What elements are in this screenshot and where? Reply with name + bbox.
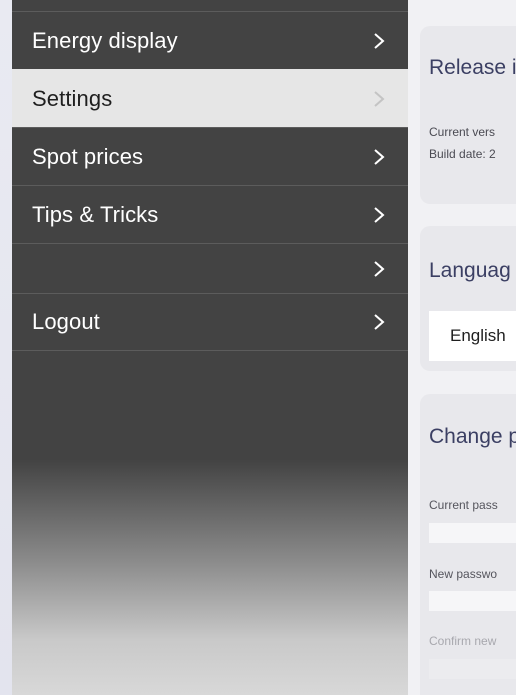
language-card: Languag English: [420, 226, 516, 371]
menu-item-energy-display[interactable]: Energy display: [12, 11, 408, 69]
change-password-title: Change p: [429, 425, 516, 448]
side-menu: Energy display Settings Spot prices Tips…: [12, 0, 408, 695]
language-select-value: English: [450, 326, 506, 345]
menu-item-spot-prices[interactable]: Spot prices: [12, 127, 408, 185]
chevron-right-icon: [374, 260, 385, 277]
current-password-input[interactable]: [429, 523, 516, 543]
menu-item-tips-tricks[interactable]: Tips & Tricks: [12, 185, 408, 243]
chevron-right-icon: [374, 90, 385, 107]
settings-content: Release i Current vers Build date: 2 Lan…: [408, 0, 516, 695]
current-password-label: Current pass: [429, 498, 498, 512]
menu-item-label: Energy display: [32, 27, 178, 53]
chevron-right-icon: [374, 314, 385, 330]
release-info-title: Release i: [429, 56, 516, 79]
new-password-label: New passwo: [429, 567, 498, 581]
menu-item-logout[interactable]: Logout: [12, 293, 408, 350]
chevron-right-icon: [374, 148, 385, 165]
current-version-text: Current vers: [429, 125, 496, 139]
confirm-password-input[interactable]: [429, 659, 516, 679]
menu-item-label: Settings: [32, 85, 113, 111]
page-edge: [0, 0, 12, 695]
chevron-right-icon: [374, 206, 385, 223]
menu-item-label: Spot prices: [32, 143, 144, 169]
release-info-card: Release i Current vers Build date: 2: [420, 26, 516, 204]
chevron-right-icon: [374, 32, 385, 49]
change-password-card: Change p Current pass New passwo Confirm…: [420, 394, 516, 695]
new-password-input[interactable]: [429, 591, 516, 611]
build-date-text: Build date: 2: [429, 147, 496, 161]
menu-item-unlabeled[interactable]: [12, 243, 408, 293]
menu-item-settings[interactable]: Settings: [12, 69, 408, 127]
menu-divider: [12, 350, 408, 351]
menu-item-label: Tips & Tricks: [32, 201, 159, 227]
confirm-password-label: Confirm new: [429, 634, 497, 648]
language-title: Languag: [429, 259, 511, 282]
menu-item-label: Logout: [32, 309, 100, 334]
language-select[interactable]: English: [429, 311, 516, 361]
